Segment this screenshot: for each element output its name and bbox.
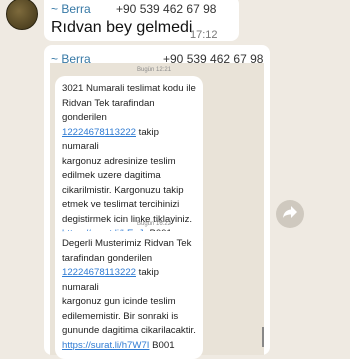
sms-line: edilmek uzere dagitima <box>62 170 161 181</box>
sms-line: edilememistir. Bir sonraki is <box>62 310 179 322</box>
tracking-number-link[interactable]: 12224678113222 <box>62 267 136 278</box>
message-text: Rıdvan bey gelmedi <box>51 19 193 36</box>
sms-line: https://surat.li/h7W7I B001 <box>62 339 196 354</box>
sms-line: kargonuz gun icinde teslim <box>62 296 176 307</box>
sms-bubble: Degerli Musterimiz Ridvan Tek tarafindan… <box>55 231 203 359</box>
message-sender-name[interactable]: ~ Berra <box>51 2 91 16</box>
sms-line: 12224678113222 takip numarali <box>62 126 196 155</box>
sms-line: Degerli Musterimiz Ridvan Tek <box>62 238 192 249</box>
message-time: 17:12 <box>190 29 218 41</box>
sms-url-link[interactable]: https://surat.li/h7W7I <box>62 340 149 351</box>
sms-date-separator: Bugün 16:22 <box>137 221 172 227</box>
sms-line: etmek ve teslimat tercihinizi <box>62 199 180 210</box>
sms-line: Ridvan Tek tarafindan gonderilen <box>62 97 155 124</box>
sms-bubble: 3021 Numarali teslimat kodu ile Ridvan T… <box>55 76 203 248</box>
message-sender-phone: +90 539 462 67 98 <box>116 2 217 16</box>
sms-line: degistirmek icin linke tiklayiniz. <box>62 213 193 225</box>
sms-line: kargonuz adresinize teslim <box>62 155 176 167</box>
share-arrow-icon <box>282 205 298 224</box>
sender-avatar[interactable] <box>6 0 38 30</box>
sms-line: cikarilmistir. Kargonuzu takip <box>62 184 184 196</box>
sms-line: 12224678113222 takip numarali <box>62 266 196 295</box>
tracking-number-link[interactable]: 12224678113222 <box>62 127 136 138</box>
image-scrollbar <box>262 327 264 347</box>
sms-line: gununde dagitima cikarilacaktir. <box>62 325 196 336</box>
forward-button[interactable] <box>276 200 304 228</box>
sms-code: B001 <box>149 339 175 351</box>
sms-line: tarafindan gonderilen <box>62 252 153 264</box>
sms-date-separator: Bugün 12:21 <box>137 67 172 73</box>
sms-line: 3021 Numarali teslimat kodu ile <box>62 83 196 94</box>
